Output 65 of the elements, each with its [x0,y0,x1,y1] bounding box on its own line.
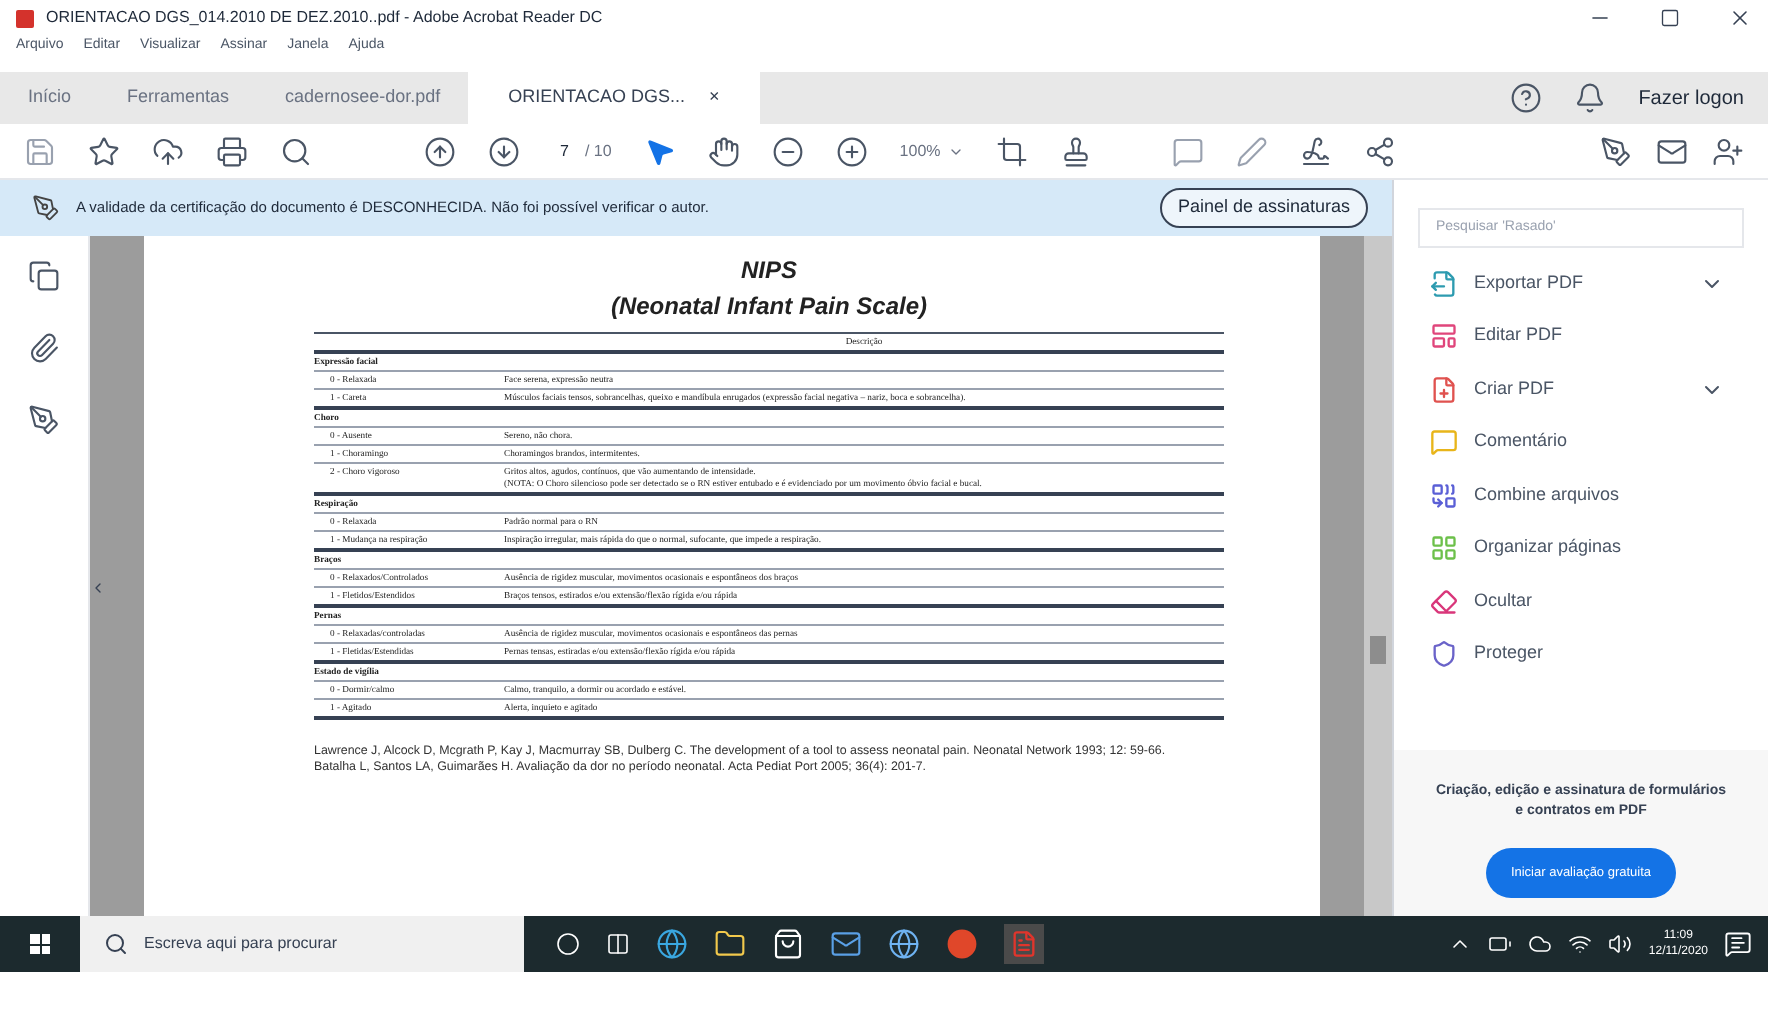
help-icon[interactable] [1510,82,1543,114]
window-title: ORIENTACAO DGS_014.2010 DE DEZ.2010..pdf - Adobe Acrobat Reader DC [46,6,603,30]
app-logo-icon [16,9,34,27]
attachment-icon[interactable] [28,332,60,364]
tool-item[interactable]: Editar PDF [1474,322,1563,350]
taskbar-search-field[interactable]: Escreva aqui para procurar [80,916,524,972]
hand-icon[interactable] [707,135,740,167]
tool-item[interactable]: Proteger [1474,640,1544,668]
notifications-icon[interactable] [1724,930,1752,958]
previous-page-icon[interactable] [424,135,456,167]
tab[interactable]: ORIENTACAO DGS... × [468,72,760,124]
crop-icon[interactable] [996,135,1029,167]
cursor-icon[interactable] [643,135,676,167]
tab-close-button[interactable]: × [708,84,720,112]
sign-in-link[interactable]: Fazer logon [1638,83,1744,113]
volume-icon[interactable] [1608,932,1633,956]
cloud-icon[interactable] [1528,932,1553,956]
browser-icon[interactable] [656,928,688,960]
upload-icon[interactable] [152,135,184,167]
tab[interactable]: Ferramentas [99,72,258,124]
tool-item[interactable]: Exportar PDF [1474,269,1584,297]
zoom-out-icon[interactable] [771,135,804,167]
timeline-icon[interactable] [606,932,630,956]
stamp-icon[interactable] [1060,135,1093,167]
share-icon[interactable] [1364,135,1397,167]
mail-icon[interactable] [1656,135,1688,167]
presentation-app-icon[interactable] [946,928,978,960]
signature-icon[interactable] [1300,135,1333,167]
document-title: NIPS [738,254,799,288]
signatures-panel-button[interactable]: Painel de assinaturas [1159,188,1368,228]
next-page-icon[interactable] [488,135,520,167]
save-icon[interactable] [24,135,56,167]
tool-item[interactable]: Ocultar [1474,587,1533,615]
tab[interactable]: cadernosee-dor.pdf [257,72,469,124]
page-total: / 10 [584,139,612,163]
tool-item[interactable]: Organizar páginas [1474,534,1622,562]
comment-icon[interactable] [1172,135,1205,167]
tab[interactable]: Início [0,72,100,124]
pages-icon[interactable] [28,260,60,292]
tool-item[interactable]: Criar PDF [1474,375,1554,403]
mail-icon[interactable] [830,928,862,960]
store-icon[interactable] [772,928,804,960]
search-icon[interactable] [280,135,312,167]
certificate-icon [32,194,60,222]
bell-icon[interactable] [1574,82,1607,114]
pen-icon[interactable] [1236,135,1269,167]
maximize-icon[interactable] [1660,8,1680,28]
globe-icon[interactable] [888,928,920,960]
tool-item[interactable]: Combine arquivos [1474,481,1620,509]
folder-icon[interactable] [714,928,746,960]
search-icon [104,932,128,956]
pen-tool-icon[interactable] [1600,135,1632,167]
print-icon[interactable] [216,135,248,167]
close-icon[interactable] [1728,6,1752,30]
signature-icon[interactable] [28,404,60,436]
task-view-icon[interactable] [556,932,580,956]
add-user-icon[interactable] [1712,135,1744,167]
document-subtitle: (Neonatal Infant Pain Scale) [608,290,930,324]
zoom-dropdown[interactable]: 100% [899,139,965,163]
battery-icon[interactable] [1488,932,1513,956]
page-number-field[interactable]: 7 [552,139,577,163]
tool-item[interactable]: Comentário [1474,428,1568,456]
star-icon[interactable] [88,135,120,167]
scrollbar-thumb[interactable] [1370,636,1386,664]
zoom-in-icon[interactable] [835,135,868,167]
